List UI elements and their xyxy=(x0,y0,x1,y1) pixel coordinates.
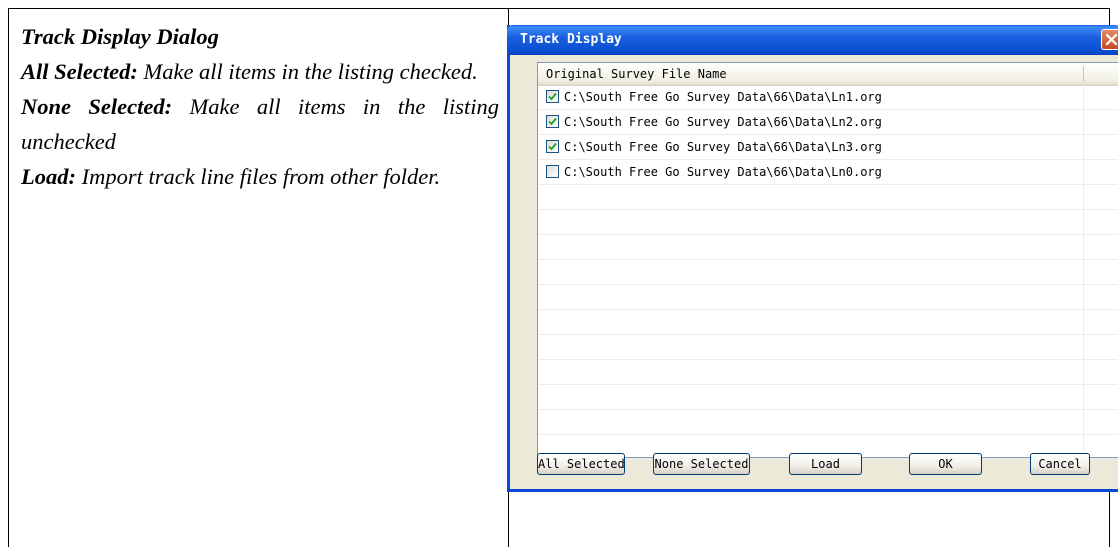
list-item[interactable]: C:\South Free Go Survey Data\66\Data\Ln0… xyxy=(538,160,1118,185)
desc-all-selected-text: Make all items in the listing checked. xyxy=(137,59,478,84)
file-checkbox[interactable] xyxy=(546,140,559,153)
list-header: Original Survey File Name xyxy=(538,63,1118,86)
cancel-button[interactable]: Cancel xyxy=(1030,453,1090,475)
empty-row xyxy=(538,410,1118,435)
empty-row xyxy=(538,235,1118,260)
list-item[interactable]: C:\South Free Go Survey Data\66\Data\Ln1… xyxy=(538,85,1118,110)
desc-none-selected: None Selected: Make all items in the lis… xyxy=(21,89,499,159)
empty-row xyxy=(538,285,1118,310)
list-item[interactable]: C:\South Free Go Survey Data\66\Data\Ln3… xyxy=(538,135,1118,160)
empty-row xyxy=(538,385,1118,410)
none-selected-button[interactable]: None Selected xyxy=(653,453,750,475)
term-none-selected: None Selected: xyxy=(21,94,173,119)
doc-heading: Track Display Dialog xyxy=(21,24,219,49)
checkmark-icon xyxy=(548,117,557,126)
load-button[interactable]: Load xyxy=(789,453,862,475)
close-button[interactable] xyxy=(1101,29,1118,50)
desc-load-text: Import track line files from other folde… xyxy=(76,164,441,189)
empty-row xyxy=(538,210,1118,235)
file-checkbox[interactable] xyxy=(546,90,559,103)
file-path: C:\South Free Go Survey Data\66\Data\Ln1… xyxy=(564,90,882,104)
empty-row xyxy=(538,310,1118,335)
list-item[interactable]: C:\South Free Go Survey Data\66\Data\Ln2… xyxy=(538,110,1118,135)
title-bar[interactable]: Track Display xyxy=(507,25,1118,55)
file-path: C:\South Free Go Survey Data\66\Data\Ln3… xyxy=(564,140,882,154)
track-display-dialog: Track Display Original Survey File Name … xyxy=(507,25,1118,492)
file-checkbox[interactable] xyxy=(546,115,559,128)
term-load: Load: xyxy=(21,164,76,189)
ok-button[interactable]: OK xyxy=(909,453,982,475)
close-x-icon xyxy=(1105,33,1118,46)
checkmark-icon xyxy=(548,142,557,151)
empty-row xyxy=(538,260,1118,285)
dialog-title: Track Display xyxy=(520,32,622,47)
empty-row xyxy=(538,360,1118,385)
all-selected-button[interactable]: All Selected xyxy=(537,453,625,475)
column-header-file-name[interactable]: Original Survey File Name xyxy=(546,67,727,81)
column-separator[interactable] xyxy=(1083,66,1084,82)
checkmark-icon xyxy=(548,92,557,101)
file-path: C:\South Free Go Survey Data\66\Data\Ln0… xyxy=(564,165,882,179)
file-path: C:\South Free Go Survey Data\66\Data\Ln2… xyxy=(564,115,882,129)
desc-all-selected: All Selected: Make all items in the list… xyxy=(21,54,499,89)
desc-load: Load: Import track line files from other… xyxy=(21,159,499,194)
file-listview[interactable]: Original Survey File Name C:\South Free … xyxy=(537,62,1118,460)
description-cell: Track Display Dialog All Selected: Make … xyxy=(21,19,499,194)
file-checkbox[interactable] xyxy=(546,165,559,178)
empty-row xyxy=(538,185,1118,210)
term-all-selected: All Selected: xyxy=(21,59,138,84)
empty-row xyxy=(538,335,1118,360)
